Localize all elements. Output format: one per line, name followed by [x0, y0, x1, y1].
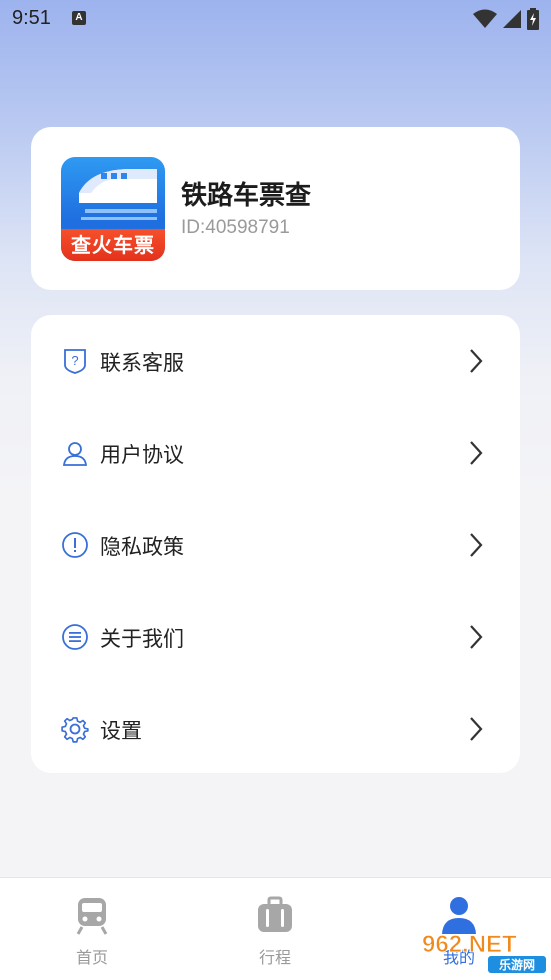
wifi-icon — [473, 9, 497, 28]
status-bar: 9:51 A — [0, 0, 551, 38]
menu-item-label: 用户协议 — [100, 443, 184, 467]
chevron-right-icon — [470, 349, 483, 373]
watermark-text: 962.NET — [422, 931, 517, 958]
profile-card: 查火车票 铁路车票查 ID:40598791 — [31, 127, 520, 290]
nav-tab-label: 行程 — [258, 948, 291, 967]
train-logo-icon — [79, 169, 157, 220]
menu-item-settings[interactable]: 设置 — [31, 683, 520, 775]
notification-icon: A — [72, 11, 86, 25]
status-time: 9:51 — [12, 7, 51, 29]
menu-card: ? 联系客服 用户协议 隐私政策 关于我们 设置 — [31, 315, 520, 773]
nav-tab-label: 首页 — [75, 948, 108, 967]
watermark-logo: 962.NET 乐游网 — [422, 931, 546, 973]
menu-item-privacy-policy[interactable]: 隐私政策 — [31, 499, 520, 591]
nav-tab-home[interactable]: 首页 — [32, 878, 152, 980]
status-icons — [473, 8, 539, 30]
menu-item-about-us[interactable]: 关于我们 — [31, 591, 520, 683]
chevron-right-icon — [470, 533, 483, 557]
menu-item-label: 关于我们 — [100, 627, 184, 651]
chevron-right-icon — [470, 441, 483, 465]
chevron-right-icon — [470, 717, 483, 741]
app-name: 铁路车票查 — [181, 181, 312, 211]
app-logo: 查火车票 — [61, 157, 165, 261]
chevron-right-icon — [470, 625, 483, 649]
list-circle-icon — [62, 624, 88, 650]
menu-item-user-agreement[interactable]: 用户协议 — [31, 407, 520, 499]
menu-item-label: 联系客服 — [100, 351, 184, 375]
battery-icon — [527, 8, 539, 30]
nav-tab-trips[interactable]: 行程 — [215, 878, 335, 980]
question-shield-icon: ? — [64, 349, 86, 374]
menu-item-label: 隐私政策 — [100, 535, 184, 559]
user-icon — [62, 442, 88, 466]
signal-icon — [503, 10, 521, 28]
luggage-icon — [258, 896, 292, 932]
watermark-subtext: 乐游网 — [499, 957, 535, 972]
gear-icon — [61, 717, 89, 743]
train-icon — [76, 898, 108, 935]
svg-text:?: ? — [71, 353, 78, 368]
menu-item-label: 设置 — [100, 719, 142, 743]
exclamation-circle-icon — [62, 532, 88, 558]
logo-text: 查火车票 — [61, 229, 165, 261]
menu-item-contact-service[interactable]: ? 联系客服 — [31, 315, 520, 407]
user-id: ID:40598791 — [181, 217, 290, 238]
